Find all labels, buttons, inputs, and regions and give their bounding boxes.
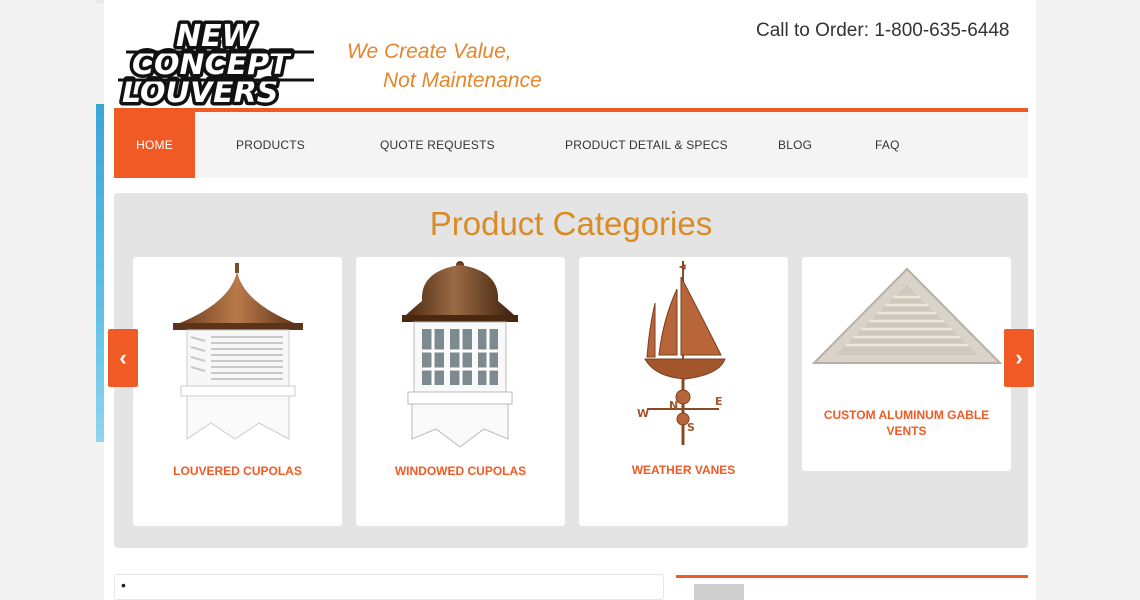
- chevron-left-icon: ‹: [119, 345, 127, 370]
- category-label[interactable]: WINDOWED CUPOLAS: [356, 463, 565, 479]
- nav-products[interactable]: PRODUCTS: [236, 112, 305, 178]
- sidebar-accent-line: [676, 575, 1028, 578]
- category-card-weather-vanes[interactable]: W E NS WEATHER VANES: [579, 257, 788, 526]
- category-label[interactable]: WEATHER VANES: [579, 462, 788, 478]
- call-to-order[interactable]: Call to Order: 1-800-635-6448: [756, 20, 1009, 42]
- chevron-right-icon: ›: [1015, 345, 1023, 370]
- category-label[interactable]: LOUVERED CUPOLAS: [133, 463, 342, 479]
- svg-text:E: E: [715, 395, 723, 408]
- product-categories-panel: Product Categories LOUVERED CUPOLAS WIND…: [108, 193, 1034, 548]
- carousel-next-button[interactable]: ›: [1004, 329, 1034, 387]
- content-box-left: •: [114, 574, 664, 600]
- category-card-louvered-cupolas[interactable]: LOUVERED CUPOLAS: [133, 257, 342, 526]
- nav-product-detail-specs[interactable]: PRODUCT DETAIL & SPECS: [565, 112, 728, 178]
- nav-faq[interactable]: FAQ: [875, 112, 900, 178]
- louvered-cupola-image: [173, 263, 303, 440]
- site-logo[interactable]: NEW CONCEPT LOUVERS: [114, 16, 320, 114]
- nav-quote-requests[interactable]: QUOTE REQUESTS: [380, 112, 495, 178]
- gable-vent-image: [812, 267, 1002, 364]
- sidebar-thumbnail: [694, 584, 744, 600]
- category-label[interactable]: CUSTOM ALUMINUM GABLE VENTS: [802, 407, 1011, 439]
- category-card-gable-vents[interactable]: CUSTOM ALUMINUM GABLE VENTS: [802, 257, 1011, 471]
- svg-text:W: W: [637, 407, 649, 420]
- product-categories-title: Product Categories: [429, 205, 713, 242]
- weather-vane-image: W E NS: [637, 261, 726, 445]
- list-bullet: •: [121, 577, 126, 593]
- background-strip: [96, 104, 104, 442]
- carousel-prev-button[interactable]: ‹: [108, 329, 138, 387]
- category-card-windowed-cupolas[interactable]: WINDOWED CUPOLAS: [356, 257, 565, 526]
- nav-home[interactable]: HOME: [114, 112, 195, 178]
- windowed-cupola-image: [402, 261, 518, 448]
- tagline-line-1: We Create Value,: [347, 40, 512, 63]
- svg-text:N: N: [669, 399, 678, 412]
- tagline: We Create Value, Not Maintenance: [347, 37, 542, 95]
- main-nav: HOME PRODUCTS QUOTE REQUESTS PRODUCT DET…: [114, 108, 1028, 178]
- tagline-line-2: Not Maintenance: [383, 69, 542, 92]
- nav-blog[interactable]: BLOG: [778, 112, 812, 178]
- svg-text:S: S: [687, 421, 695, 434]
